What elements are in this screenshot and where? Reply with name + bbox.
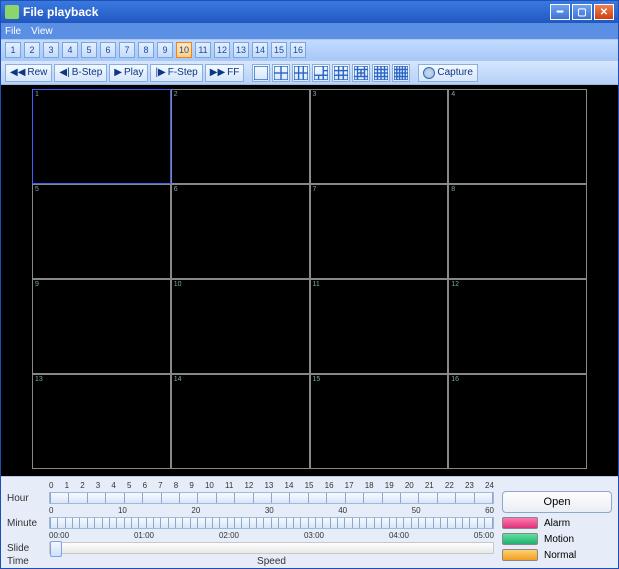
channel-strip: 12345678910111213141516 — [1, 39, 618, 61]
video-viewer: 12345678910111213141516 — [1, 85, 618, 476]
video-grid: 12345678910111213141516 — [32, 89, 587, 469]
cell-label: 15 — [313, 376, 321, 383]
normal-swatch — [502, 549, 538, 561]
speed-label: Speed — [49, 556, 494, 567]
time-label: Time — [7, 556, 43, 567]
open-button[interactable]: Open — [502, 491, 612, 513]
channel-4-button[interactable]: 4 — [62, 42, 78, 58]
layout-9-button[interactable] — [332, 64, 350, 82]
minimize-button[interactable]: ━ — [550, 4, 570, 20]
cell-label: 8 — [451, 186, 455, 193]
channel-12-button[interactable]: 12 — [214, 42, 230, 58]
timeline-panel: 0123456789101112131415161718192021222324… — [1, 476, 618, 568]
menu-view[interactable]: View — [31, 26, 53, 37]
channel-2-button[interactable]: 2 — [24, 42, 40, 58]
video-cell-8[interactable]: 8 — [448, 184, 587, 279]
channel-14-button[interactable]: 14 — [252, 42, 268, 58]
hour-tick-labels: 0123456789101112131415161718192021222324 — [49, 481, 494, 490]
video-cell-1[interactable]: 1 — [32, 89, 171, 184]
menu-bar: File View — [1, 23, 618, 39]
channel-6-button[interactable]: 6 — [100, 42, 116, 58]
motion-swatch — [502, 533, 538, 545]
cell-label: 12 — [451, 281, 459, 288]
window-title: File playback — [23, 5, 550, 19]
cell-label: 14 — [174, 376, 182, 383]
video-cell-3[interactable]: 3 — [310, 89, 449, 184]
toolbar: ◀◀Rew ◀|B-Step ▶Play |▶F-Step ▶▶FF Captu… — [1, 61, 618, 85]
channel-5-button[interactable]: 5 — [81, 42, 97, 58]
slide-label: Slide — [7, 543, 43, 554]
camera-icon — [423, 67, 435, 79]
video-cell-2[interactable]: 2 — [171, 89, 310, 184]
play-button[interactable]: ▶Play — [109, 64, 148, 82]
layout-20-button[interactable] — [392, 64, 410, 82]
maximize-button[interactable]: ▢ — [572, 4, 592, 20]
video-cell-4[interactable]: 4 — [448, 89, 587, 184]
cell-label: 16 — [451, 376, 459, 383]
minute-track[interactable] — [49, 517, 494, 529]
rewind-button[interactable]: ◀◀Rew — [5, 64, 52, 82]
layout-4-button[interactable] — [272, 64, 290, 82]
video-cell-13[interactable]: 13 — [32, 374, 171, 469]
cell-label: 5 — [35, 186, 39, 193]
slide-thumb[interactable] — [50, 541, 62, 557]
legend-motion: Motion — [502, 533, 612, 545]
file-playback-window: File playback ━ ▢ ✕ File View 1234567891… — [0, 0, 619, 569]
app-icon — [5, 5, 19, 19]
video-cell-6[interactable]: 6 — [171, 184, 310, 279]
cell-label: 4 — [451, 91, 455, 98]
channel-16-button[interactable]: 16 — [290, 42, 306, 58]
layout-13-button[interactable] — [352, 64, 370, 82]
forward-step-button[interactable]: |▶F-Step — [150, 64, 202, 82]
hour-label: Hour — [7, 493, 43, 504]
cell-label: 13 — [35, 376, 43, 383]
video-cell-12[interactable]: 12 — [448, 279, 587, 374]
minute-label: Minute — [7, 518, 43, 529]
channel-9-button[interactable]: 9 — [157, 42, 173, 58]
video-cell-11[interactable]: 11 — [310, 279, 449, 374]
cell-label: 3 — [313, 91, 317, 98]
layout-8-button[interactable] — [312, 64, 330, 82]
cell-label: 1 — [35, 91, 39, 98]
fast-forward-button[interactable]: ▶▶FF — [205, 64, 245, 82]
video-cell-5[interactable]: 5 — [32, 184, 171, 279]
alarm-swatch — [502, 517, 538, 529]
capture-button[interactable]: Capture — [418, 64, 478, 82]
channel-7-button[interactable]: 7 — [119, 42, 135, 58]
close-button[interactable]: ✕ — [594, 4, 614, 20]
minute-tick-labels: 0102030405060 — [49, 506, 494, 515]
video-cell-15[interactable]: 15 — [310, 374, 449, 469]
layout-16-button[interactable] — [372, 64, 390, 82]
channel-13-button[interactable]: 13 — [233, 42, 249, 58]
cell-label: 7 — [313, 186, 317, 193]
channel-11-button[interactable]: 11 — [195, 42, 211, 58]
titlebar: File playback ━ ▢ ✕ — [1, 1, 618, 23]
timestamp-labels: 00:0001:0002:0003:0004:0005:00 — [49, 531, 494, 540]
cell-label: 10 — [174, 281, 182, 288]
legend-normal: Normal — [502, 549, 612, 561]
cell-label: 2 — [174, 91, 178, 98]
cell-label: 9 — [35, 281, 39, 288]
video-cell-7[interactable]: 7 — [310, 184, 449, 279]
video-cell-10[interactable]: 10 — [171, 279, 310, 374]
cell-label: 11 — [313, 281, 320, 288]
channel-8-button[interactable]: 8 — [138, 42, 154, 58]
channel-1-button[interactable]: 1 — [5, 42, 21, 58]
hour-track[interactable] — [49, 492, 494, 504]
channel-3-button[interactable]: 3 — [43, 42, 59, 58]
layout-1-button[interactable] — [252, 64, 270, 82]
channel-15-button[interactable]: 15 — [271, 42, 287, 58]
video-cell-16[interactable]: 16 — [448, 374, 587, 469]
legend-alarm: Alarm — [502, 517, 612, 529]
video-cell-9[interactable]: 9 — [32, 279, 171, 374]
back-step-button[interactable]: ◀|B-Step — [54, 64, 107, 82]
layout-6-button[interactable] — [292, 64, 310, 82]
channel-10-button[interactable]: 10 — [176, 42, 192, 58]
video-cell-14[interactable]: 14 — [171, 374, 310, 469]
cell-label: 6 — [174, 186, 178, 193]
slide-track[interactable] — [49, 542, 494, 554]
menu-file[interactable]: File — [5, 26, 21, 37]
